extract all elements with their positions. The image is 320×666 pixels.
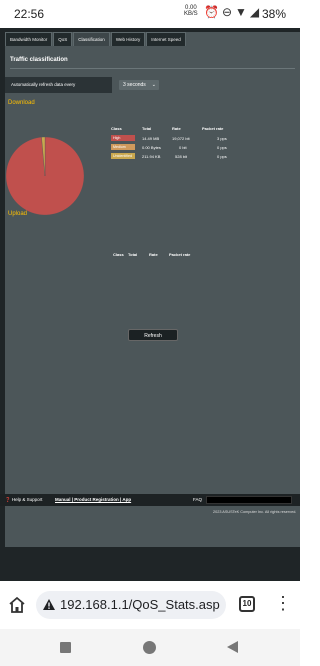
table-cell: 0 pps <box>217 145 227 150</box>
upload-stats-table: Class Total Rate Packet rate <box>113 252 213 260</box>
table-cell: 0 pps <box>217 154 227 159</box>
download-stats-table: Class Total Rate Packet rate High 14.49 … <box>111 126 241 166</box>
router-page: Bandwidth Monitor QoS Classification Web… <box>0 28 300 581</box>
refresh-interval-select[interactable]: 3 seconds ⌄ <box>119 80 159 90</box>
recents-icon[interactable] <box>60 642 71 653</box>
class-swatch-high: High <box>111 135 135 141</box>
faq-search-input[interactable] <box>206 496 292 504</box>
col-packet-rate: Packet rate <box>202 126 224 131</box>
tab-bandwidth-monitor[interactable]: Bandwidth Monitor <box>5 32 53 46</box>
url-text: 192.168.1.1/QoS_Stats.asp <box>60 597 220 612</box>
home-icon[interactable] <box>8 596 26 614</box>
col-total: Total <box>142 126 152 131</box>
browser-toolbar: 192.168.1.1/QoS_Stats.asp 10 ⋮ <box>0 581 300 629</box>
network-speed: 0.00 KB/S <box>184 5 198 17</box>
copyright-text: 2023 ASUSTeK Computer Inc. All rights re… <box>213 510 297 514</box>
footer-bar: ❓ Help & Support Manual | Product Regist… <box>0 494 300 506</box>
table-cell: 14.49 MB <box>142 136 160 141</box>
address-bar[interactable]: 192.168.1.1/QoS_Stats.asp <box>36 591 226 619</box>
col-class: Class <box>113 252 124 257</box>
class-swatch-medium: Medium <box>111 144 135 150</box>
dnd-icon: ⊖ <box>221 5 236 19</box>
page-title: Traffic classification <box>5 51 300 69</box>
refresh-setting-row: Automatically refresh data every 3 secon… <box>5 77 300 93</box>
table-cell: 528 bit <box>175 154 188 159</box>
signal-icon: ◢ <box>249 5 263 19</box>
table-cell: 0 bit <box>179 145 187 150</box>
wifi-icon: ▼ <box>235 5 250 19</box>
status-time: 22:56 <box>14 7 45 21</box>
tab-switcher-button[interactable]: 10 <box>239 596 255 612</box>
class-swatch-unidentified: Unidentified <box>111 153 135 159</box>
refresh-label: Automatically refresh data every <box>5 77 112 93</box>
tab-web-history[interactable]: Web History <box>110 32 146 46</box>
warning-icon[interactable] <box>42 598 56 611</box>
battery-level: 38% <box>262 7 287 21</box>
title-divider <box>10 68 295 69</box>
faq-label: FAQ <box>193 497 203 502</box>
footer-links[interactable]: Manual | Product Registration | App <box>55 497 131 502</box>
home-nav-icon[interactable] <box>143 641 156 654</box>
back-icon[interactable] <box>227 641 238 653</box>
upload-title: Upload <box>8 211 28 217</box>
status-icons: ⏰⊖▼◢ <box>204 5 262 19</box>
col-rate: Rate <box>172 126 181 131</box>
status-bar: 22:56 0.00 KB/S ⏰⊖▼◢ 38% <box>0 0 300 28</box>
refresh-button[interactable]: Refresh <box>128 329 178 341</box>
tab-bar: Bandwidth Monitor QoS Classification Web… <box>5 32 300 46</box>
table-cell: 3 pps <box>217 136 227 141</box>
more-menu-icon[interactable]: ⋮ <box>274 594 292 612</box>
system-nav-bar <box>0 629 300 666</box>
table-cell: 0.00 Bytes <box>142 145 161 150</box>
download-title: Download <box>8 100 35 106</box>
tab-internet-speed[interactable]: Internet Speed <box>146 32 186 46</box>
col-packet-rate: Packet rate <box>169 252 191 257</box>
help-support-link[interactable]: ❓ Help & Support <box>5 497 42 503</box>
download-pie-chart <box>5 136 85 216</box>
col-rate: Rate <box>149 252 158 257</box>
alarm-icon: ⏰ <box>204 5 222 19</box>
chevron-down-icon: ⌄ <box>151 82 156 88</box>
table-cell: 19,072 bit <box>172 136 190 141</box>
col-class: Class <box>111 126 122 131</box>
tab-classification[interactable]: Classification <box>73 32 110 46</box>
content-frame: Bandwidth Monitor QoS Classification Web… <box>5 32 300 547</box>
tab-qos[interactable]: QoS <box>53 32 73 46</box>
help-icon: ❓ <box>5 497 11 502</box>
col-total: Total <box>128 252 138 257</box>
table-cell: 211.94 KB <box>142 154 161 159</box>
